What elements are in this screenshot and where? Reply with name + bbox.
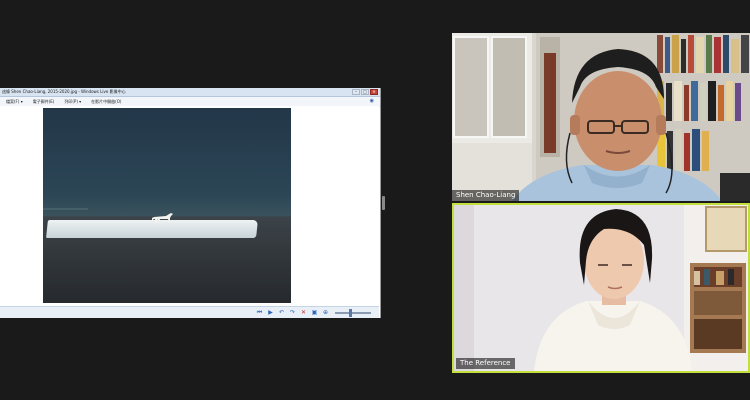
menu-print[interactable]: 列印(P) ▾ xyxy=(64,99,81,105)
participant-tile-the-reference[interactable]: The Reference xyxy=(452,203,750,373)
window-titlebar: 這條 Shen Chao-Liang, 2015-2020.jpg - Wind… xyxy=(0,88,380,97)
help-icon[interactable]: ◉ xyxy=(370,98,374,104)
previous-button[interactable]: ⏮ xyxy=(256,309,263,316)
photo-viewer xyxy=(0,106,379,306)
rotate-left-button[interactable]: ↶ xyxy=(278,309,285,316)
viewer-toolbar: ⏮ ▶ ↶ ↷ ✕ ▣ ⊕ xyxy=(0,306,379,318)
window-controls: – □ ✕ xyxy=(352,89,378,95)
menu-open-in-movie[interactable]: 在影片中開啟(O) xyxy=(91,99,121,105)
participant-video xyxy=(454,205,748,371)
shared-screen-window[interactable]: 這條 Shen Chao-Liang, 2015-2020.jpg - Wind… xyxy=(0,88,381,318)
zoom-slider-knob[interactable] xyxy=(349,308,353,317)
participant-name: The Reference xyxy=(456,358,515,369)
delete-button[interactable]: ✕ xyxy=(300,309,307,316)
share-resize-handle[interactable] xyxy=(382,196,385,210)
menu-file[interactable]: 檔案(F) ▾ xyxy=(6,99,23,105)
zoom-icon[interactable]: ⊕ xyxy=(322,309,329,316)
participant-video xyxy=(452,33,750,201)
photo-white-horse-on-ice xyxy=(43,108,291,303)
slideshow-button[interactable]: ▶ xyxy=(267,309,274,316)
actual-size-button[interactable]: ▣ xyxy=(311,309,318,316)
zoom-slider[interactable] xyxy=(335,308,371,317)
maximize-button[interactable]: □ xyxy=(361,89,369,95)
menu-email[interactable]: 電子郵件(E) xyxy=(33,99,55,105)
horse-figure xyxy=(152,213,173,223)
distant-land xyxy=(43,208,88,210)
window-title: 這條 Shen Chao-Liang, 2015-2020.jpg - Wind… xyxy=(2,89,126,94)
rotate-right-button[interactable]: ↷ xyxy=(289,309,296,316)
minimize-button[interactable]: – xyxy=(352,89,360,95)
close-button[interactable]: ✕ xyxy=(370,89,378,95)
participant-name: Shen Chao-Liang xyxy=(452,190,520,201)
participant-tile-shen-chao-liang[interactable]: Shen Chao-Liang xyxy=(452,33,750,201)
